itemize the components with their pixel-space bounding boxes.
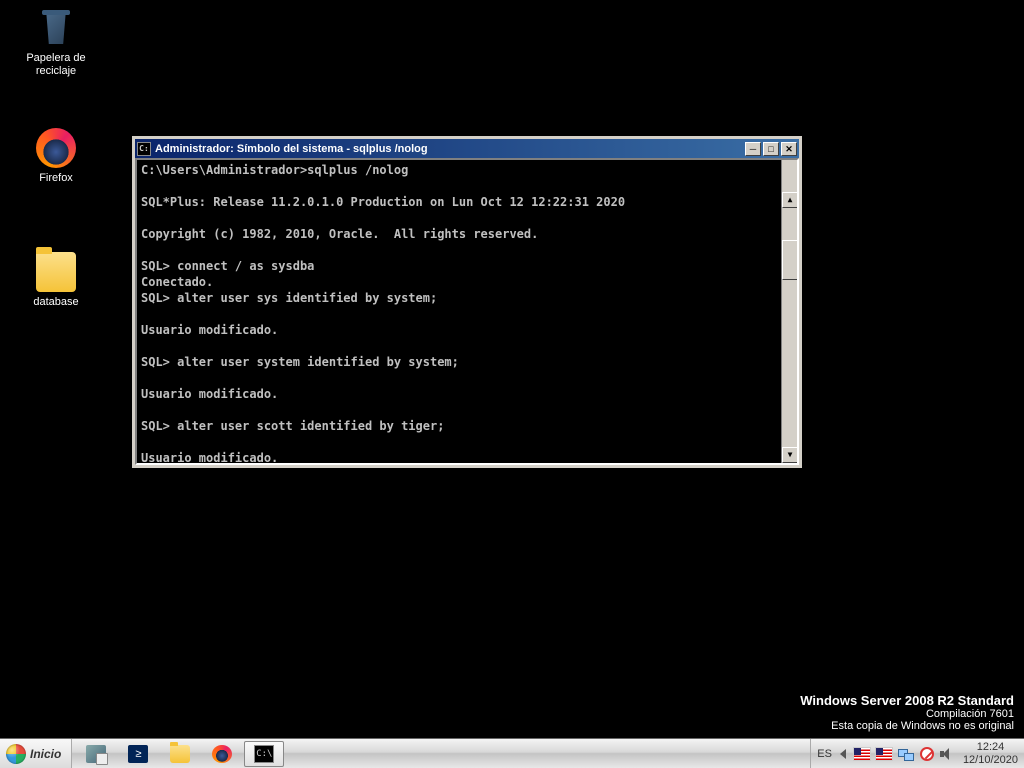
icon-label: Firefox — [18, 172, 94, 185]
clock-time: 12:24 — [963, 741, 1018, 754]
pinned-apps: ≥ C:\ — [72, 739, 288, 768]
clock-date: 12/10/2020 — [963, 754, 1018, 767]
taskbar-item-firefox[interactable] — [202, 741, 242, 767]
scroll-up-button[interactable]: ▲ — [782, 192, 798, 208]
server-manager-icon — [86, 745, 106, 763]
desktop-icon-database-folder[interactable]: database — [18, 252, 94, 309]
taskbar: Inicio ≥ C:\ ES 12:24 12/10/2020 — [0, 738, 1024, 768]
explorer-icon — [170, 745, 190, 763]
scroll-thumb[interactable] — [782, 240, 798, 280]
firefox-icon — [36, 128, 76, 168]
clock[interactable]: 12:24 12/10/2020 — [963, 741, 1018, 767]
watermark-edition: Windows Server 2008 R2 Standard — [800, 693, 1014, 708]
taskbar-item-explorer[interactable] — [160, 741, 200, 767]
window-title: Administrador: Símbolo del sistema - sql… — [155, 143, 745, 155]
language-indicator[interactable]: ES — [817, 748, 832, 760]
desktop-icon-recycle-bin[interactable]: Papelera dereciclaje — [18, 8, 94, 78]
scrollbar[interactable]: ▲ ▼ — [781, 160, 797, 463]
taskbar-item-powershell[interactable]: ≥ — [118, 741, 158, 767]
command-prompt-window[interactable]: C: Administrador: Símbolo del sistema - … — [132, 136, 802, 468]
taskbar-item-cmd[interactable]: C:\ — [244, 741, 284, 767]
terminal-text: C:\Users\Administrador>sqlplus /nolog SQ… — [141, 163, 625, 465]
cmd-icon: C: — [137, 142, 151, 156]
icon-label: database — [18, 296, 94, 309]
flag-icon[interactable] — [876, 748, 892, 760]
action-center-icon[interactable] — [854, 748, 870, 760]
window-titlebar[interactable]: C: Administrador: Símbolo del sistema - … — [135, 139, 799, 158]
network-icon[interactable] — [898, 747, 914, 761]
folder-icon — [36, 252, 76, 292]
cmd-icon: C:\ — [254, 745, 274, 763]
maximize-button[interactable]: □ — [763, 142, 779, 156]
taskbar-item-server-manager[interactable] — [76, 741, 116, 767]
desktop-icon-firefox[interactable]: Firefox — [18, 128, 94, 185]
start-button[interactable]: Inicio — [0, 739, 72, 768]
minimize-button[interactable]: ─ — [745, 142, 761, 156]
icon-label: Papelera dereciclaje — [18, 52, 94, 78]
start-label: Inicio — [30, 747, 61, 761]
terminal-content[interactable]: C:\Users\Administrador>sqlplus /nolog SQ… — [135, 158, 799, 465]
recycle-bin-icon — [36, 8, 76, 48]
powershell-icon: ≥ — [128, 745, 148, 763]
close-button[interactable]: ✕ — [781, 142, 797, 156]
sound-icon[interactable] — [940, 747, 955, 761]
watermark-build: Compilación 7601 — [800, 708, 1014, 720]
scroll-down-button[interactable]: ▼ — [782, 447, 798, 463]
warning-icon[interactable] — [920, 747, 934, 761]
system-tray: ES 12:24 12/10/2020 — [810, 739, 1024, 768]
windows-orb-icon — [6, 744, 26, 764]
firefox-icon — [212, 745, 232, 763]
windows-watermark: Windows Server 2008 R2 Standard Compilac… — [800, 693, 1014, 732]
watermark-genuine: Esta copia de Windows no es original — [800, 720, 1014, 732]
tray-expand-icon[interactable] — [840, 749, 846, 759]
